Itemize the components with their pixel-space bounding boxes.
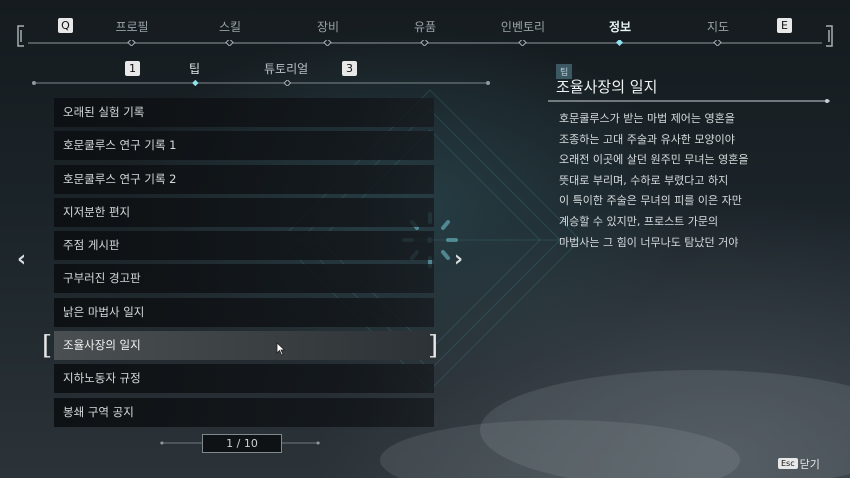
nav-right-cap-icon: [826, 25, 833, 47]
list-item[interactable]: 지저분한 편지: [54, 197, 434, 227]
list-item[interactable]: 봉쇄 구역 공지: [54, 397, 434, 427]
nav-left-cap-icon: [17, 25, 24, 47]
list-item[interactable]: 호문쿨루스 연구 기록 1: [54, 131, 434, 161]
prev-tab-key[interactable]: Q: [58, 18, 73, 33]
list-item[interactable]: 오래된 실험 기록: [54, 98, 434, 127]
list-item[interactable]: 주점 게시판: [54, 231, 434, 261]
tab-inventory[interactable]: 인벤토리: [501, 18, 545, 35]
detail-line: 이 특이한 주술은 무녀의 피를 이은 자만: [559, 194, 742, 208]
detail-line: 호문쿨루스가 받는 마법 제어는 영혼을: [559, 112, 735, 125]
prev-page-arrow[interactable]: ‹: [17, 247, 26, 272]
list-item[interactable]: 구부러진 경고판: [54, 264, 434, 294]
next-subtab-key[interactable]: 3: [342, 61, 357, 76]
detail-line: 조종하는 고대 주술과 유사한 모양이야: [559, 132, 735, 146]
detail-line: 마법사는 그 힘이 너무나도 탐났던 거야: [559, 235, 739, 249]
selection-bracket-right: ]: [428, 331, 439, 361]
selection-bracket-left: [: [42, 331, 53, 361]
detail-title: 조율사장의 일지: [556, 78, 658, 96]
tab-profile[interactable]: 프로필: [115, 18, 148, 35]
list-item[interactable]: 호문쿨루스 연구 기록 2: [54, 164, 434, 194]
subtab-tutorial[interactable]: 튜토리얼: [264, 60, 308, 77]
list-item[interactable]: 낡은 마법사 일지: [54, 297, 434, 327]
tab-info[interactable]: 정보: [609, 18, 631, 35]
detail-line: 계승할 수 있지만, 프로스트 가문의: [559, 214, 719, 228]
close-label: 닫기: [799, 458, 820, 471]
next-page-arrow[interactable]: ›: [454, 247, 463, 272]
detail-line: 뜻대로 부리며, 수하로 부렸다고 하지: [559, 173, 729, 187]
list-item[interactable]: 지하노동자 규정: [54, 364, 434, 394]
subtab-tips[interactable]: 팁: [189, 60, 200, 77]
tab-relics[interactable]: 유품: [414, 18, 436, 35]
tab-skills[interactable]: 스킬: [219, 18, 241, 35]
tips-list: 오래된 실험 기록 호문쿨루스 연구 기록 1 호문쿨루스 연구 기록 2 지저…: [54, 98, 434, 431]
detail-line: 오래전 이곳에 살던 원주민 무녀는 영혼을: [559, 153, 749, 167]
top-navigation: Q E 프로필 스킬 장비 유품 인벤토리 정보 지도: [0, 0, 850, 52]
list-item-selected[interactable]: 조율사장의 일지: [54, 331, 434, 361]
next-tab-key[interactable]: E: [777, 18, 792, 33]
esc-key: Esc: [778, 458, 798, 469]
page-indicator: 1 / 10: [202, 434, 282, 453]
close-button[interactable]: Esc 닫기: [778, 456, 820, 472]
nav-indicator-line: [28, 40, 822, 46]
subtab-indicator-line: [32, 80, 490, 86]
detail-body: 호문쿨루스가 받는 마법 제어는 영혼을 조종하는 고대 주술과 유사한 모양이…: [559, 109, 749, 253]
detail-title-underline: [548, 99, 830, 103]
prev-subtab-key[interactable]: 1: [125, 61, 140, 76]
tab-map[interactable]: 지도: [707, 18, 729, 35]
tab-equipment[interactable]: 장비: [317, 18, 339, 35]
mouse-cursor-icon: [276, 342, 286, 356]
